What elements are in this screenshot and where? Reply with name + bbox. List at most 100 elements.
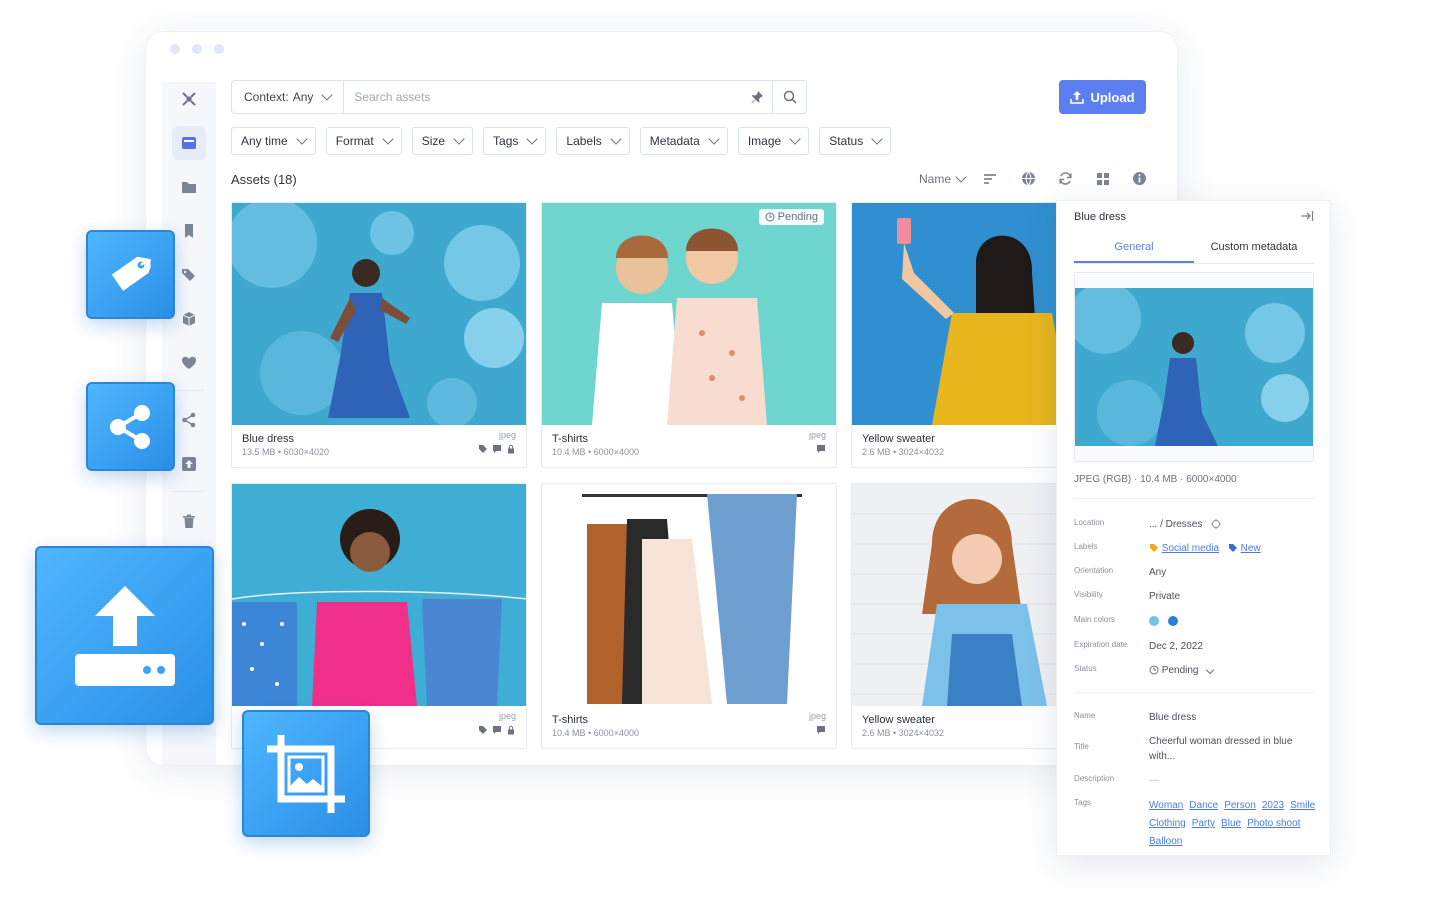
- tag-link[interactable]: Smile: [1290, 800, 1315, 811]
- chevron-down-icon: [871, 133, 883, 145]
- filter-image[interactable]: Image: [737, 127, 810, 155]
- divider: [1074, 692, 1314, 693]
- filter-label: Any time: [241, 134, 288, 148]
- crop-feature-tile: [242, 710, 370, 837]
- globe-icon[interactable]: [1020, 170, 1037, 187]
- window-dot[interactable]: [192, 44, 202, 54]
- filter-tags[interactable]: Tags: [483, 127, 547, 155]
- refresh-icon[interactable]: [1057, 170, 1074, 187]
- chevron-down-icon: [296, 133, 308, 145]
- window-dot[interactable]: [170, 44, 180, 54]
- field-value[interactable]: Blue dress: [1149, 710, 1324, 725]
- search-input[interactable]: Search assets: [344, 90, 742, 104]
- chevron-down-icon: [610, 133, 622, 145]
- filter-format[interactable]: Format: [325, 127, 402, 155]
- asset-meta: 10.4 MB • 6000×4000: [552, 447, 639, 457]
- tag-link[interactable]: Balloon: [1149, 836, 1182, 847]
- tag-link[interactable]: Person: [1224, 800, 1256, 811]
- field-status: Status Pending: [1074, 663, 1324, 678]
- sort-order-icon[interactable]: [983, 173, 997, 185]
- tag-link[interactable]: Clothing: [1149, 818, 1186, 829]
- location-target-icon[interactable]: [1211, 519, 1222, 530]
- asset-thumbnail[interactable]: [232, 484, 526, 706]
- asset-card[interactable]: Pending T-shirts 10.4 MB • 6000×4000 jpe…: [541, 202, 837, 468]
- collapse-panel-button[interactable]: [1300, 210, 1314, 225]
- chevron-down-icon: [321, 89, 334, 101]
- asset-card[interactable]: Blue dress 13.5 MB • 6030×4020 jpeg: [231, 202, 527, 468]
- field-expiration: Expiration date Dec 2, 2022: [1074, 639, 1324, 654]
- label-link[interactable]: Social media: [1162, 543, 1219, 554]
- field-key: Tags: [1074, 798, 1091, 807]
- upload-icon: [74, 585, 175, 686]
- chevron-down-icon: [955, 171, 967, 183]
- field-name: Name Blue dress: [1074, 710, 1324, 725]
- tag-link[interactable]: Blue: [1221, 818, 1241, 829]
- sidebar-item-tags[interactable]: [172, 258, 206, 292]
- upload-label: Upload: [1090, 89, 1135, 105]
- sidebar-item-shares[interactable]: [172, 403, 206, 437]
- sidebar-item-trash[interactable]: [172, 504, 206, 538]
- asset-meta: 10.4 MB • 6000×4000: [552, 728, 639, 738]
- field-description: Description —: [1074, 773, 1324, 788]
- asset-icons: [816, 444, 826, 454]
- tag-icon: [111, 256, 151, 291]
- asset-info: T-shirts 10.4 MB • 6000×4000 jpeg: [542, 425, 836, 467]
- sidebar-item-favorites[interactable]: [172, 346, 206, 380]
- upload-button[interactable]: Upload: [1059, 80, 1146, 114]
- sidebar-item-assets[interactable]: [172, 126, 206, 160]
- lock-icon: [508, 725, 514, 735]
- field-value: Social media New: [1149, 541, 1324, 556]
- context-value: Any: [292, 90, 314, 104]
- asset-thumbnail[interactable]: Pending: [542, 203, 836, 425]
- filter-status[interactable]: Status: [819, 127, 892, 155]
- info-icon[interactable]: [1131, 170, 1148, 187]
- label-link[interactable]: New: [1241, 543, 1261, 554]
- comment-icon: [493, 726, 501, 734]
- asset-thumbnail[interactable]: [542, 484, 836, 706]
- chevron-down-icon: [789, 133, 801, 145]
- filter-metadata[interactable]: Metadata: [639, 127, 728, 155]
- status-badge: Pending: [758, 209, 824, 225]
- tag-link[interactable]: Dance: [1189, 800, 1218, 811]
- tab-general[interactable]: General: [1074, 237, 1194, 263]
- sidebar-item-collections[interactable]: [172, 214, 206, 248]
- grid-view-icon[interactable]: [1094, 170, 1111, 187]
- filter-size[interactable]: Size: [411, 127, 474, 155]
- crosshair-icon: [182, 92, 196, 106]
- sidebar-item-folders[interactable]: [172, 170, 206, 204]
- filter-labels[interactable]: Labels: [556, 127, 630, 155]
- tab-custom-metadata[interactable]: Custom metadata: [1194, 237, 1314, 263]
- divider: [1074, 498, 1314, 499]
- tag-icon: [479, 445, 487, 453]
- tag-link[interactable]: Party: [1192, 818, 1215, 829]
- filter-any-time[interactable]: Any time: [231, 127, 316, 155]
- comment-icon: [817, 726, 825, 734]
- field-value[interactable]: Cheerful woman dressed in blue with...: [1149, 734, 1299, 764]
- asset-info: T-shirts 10.4 MB • 6000×4000 jpeg: [542, 706, 836, 748]
- folder-icon: [182, 182, 196, 193]
- status-select[interactable]: Pending: [1149, 663, 1324, 678]
- asset-thumbnail[interactable]: [232, 203, 526, 425]
- search-button[interactable]: [772, 81, 806, 113]
- sidebar-item-dashboard[interactable]: [172, 82, 206, 116]
- chevron-down-icon: [382, 133, 394, 145]
- chevron-down-icon: [526, 133, 539, 145]
- context-select[interactable]: Context: Any: [232, 81, 345, 113]
- field-value: Any: [1149, 567, 1167, 578]
- tag-link[interactable]: 2023: [1262, 800, 1284, 811]
- sort-select[interactable]: Name: [919, 171, 997, 186]
- asset-card[interactable]: T-shirts 10.4 MB • 6000×4000 jpeg: [541, 483, 837, 749]
- sidebar-item-products[interactable]: [172, 302, 206, 336]
- field-value: Private: [1149, 591, 1181, 602]
- field-key: Main colors: [1074, 615, 1115, 624]
- window-dot[interactable]: [214, 44, 224, 54]
- chevron-down-icon: [453, 133, 465, 145]
- pin-button[interactable]: [742, 90, 772, 104]
- color-swatch: [1149, 616, 1159, 627]
- sidebar-item-uploads[interactable]: [172, 447, 206, 481]
- tag-link[interactable]: Photo shoot: [1247, 818, 1300, 829]
- cube-icon: [182, 312, 196, 326]
- field-value[interactable]: —: [1149, 773, 1324, 788]
- search-icon: [783, 90, 797, 104]
- tag-link[interactable]: Woman: [1149, 800, 1183, 811]
